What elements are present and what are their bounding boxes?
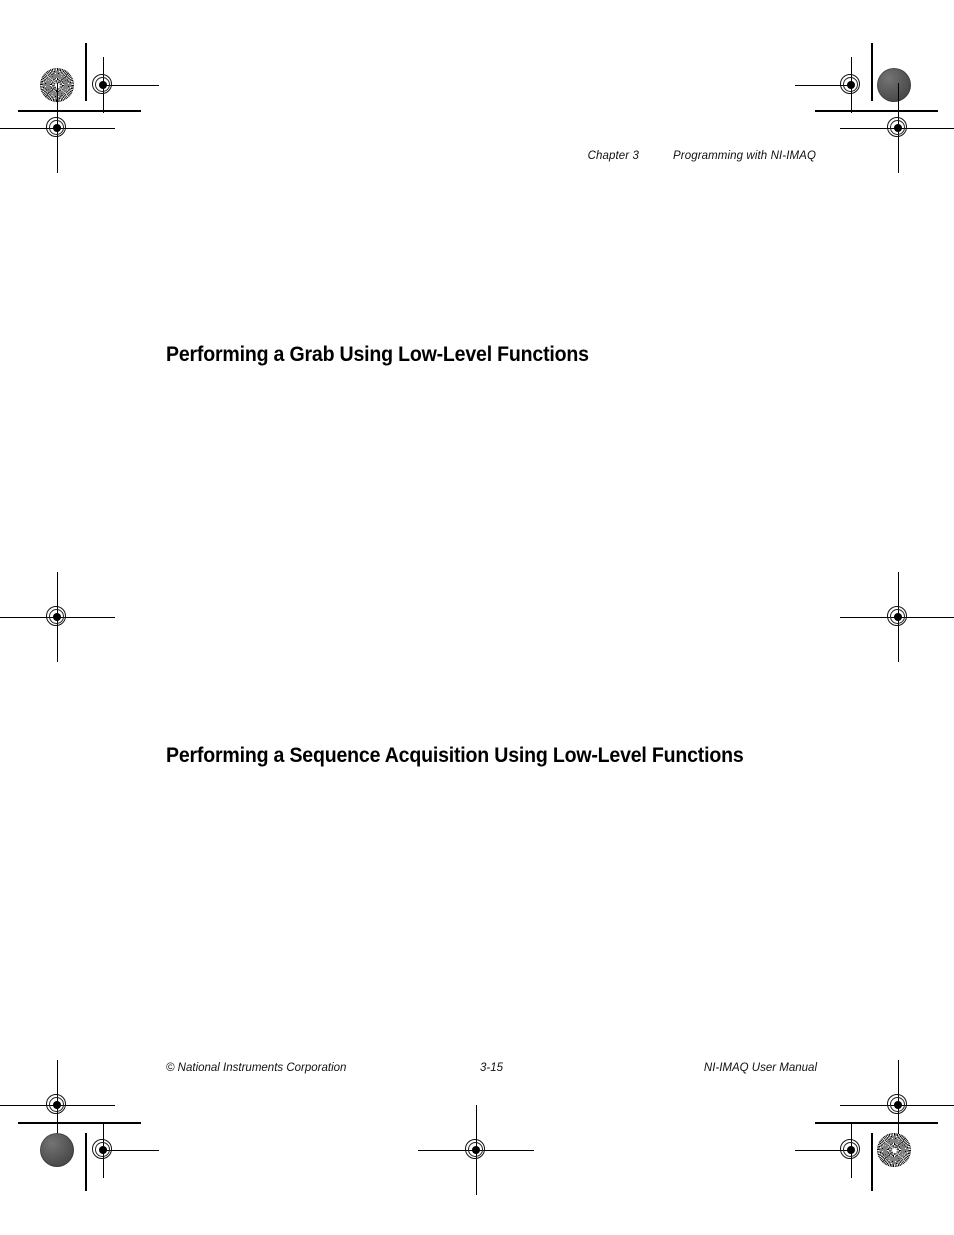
trim-line-vertical-bottom-left — [85, 1133, 87, 1191]
trim-line-horizontal-top-right — [815, 110, 938, 112]
running-header: Chapter 3 Programming with NI-IMAQ — [0, 150, 816, 162]
footer-manual-title: NI-IMAQ User Manual — [703, 1062, 817, 1074]
registration-center-dot — [847, 1146, 855, 1154]
registration-center-dot — [53, 1101, 61, 1109]
registration-center-dot — [894, 613, 902, 621]
section-heading-grab: Performing a Grab Using Low-Level Functi… — [166, 343, 589, 367]
registration-center-dot — [99, 1146, 107, 1154]
trim-line-vertical-top-left — [85, 43, 87, 101]
solid-density-patch-icon — [40, 1133, 74, 1167]
registration-center-dot — [894, 1101, 902, 1109]
registration-center-dot — [53, 613, 61, 621]
running-header-chapter-title: Programming with NI-IMAQ — [673, 150, 816, 162]
halftone-star-target-icon — [877, 1133, 911, 1167]
registration-center-dot — [847, 81, 855, 89]
trim-line-vertical-top-right — [871, 43, 873, 101]
registration-center-dot — [99, 81, 107, 89]
trim-line-horizontal-bottom-left — [18, 1122, 141, 1124]
registration-center-dot — [894, 124, 902, 132]
trim-line-vertical-bottom-right — [871, 1133, 873, 1191]
section-heading-sequence: Performing a Sequence Acquisition Using … — [166, 744, 744, 768]
trim-line-horizontal-top-left — [18, 110, 141, 112]
document-page: Chapter 3 Programming with NI-IMAQ Perfor… — [0, 0, 954, 1235]
registration-center-dot — [53, 124, 61, 132]
trim-line-horizontal-bottom-right — [815, 1122, 938, 1124]
solid-density-patch-icon — [877, 68, 911, 102]
page-footer: © National Instruments Corporation 3-15 … — [166, 1062, 817, 1078]
registration-center-dot — [472, 1146, 480, 1154]
running-header-chapter-label: Chapter 3 — [587, 150, 640, 162]
